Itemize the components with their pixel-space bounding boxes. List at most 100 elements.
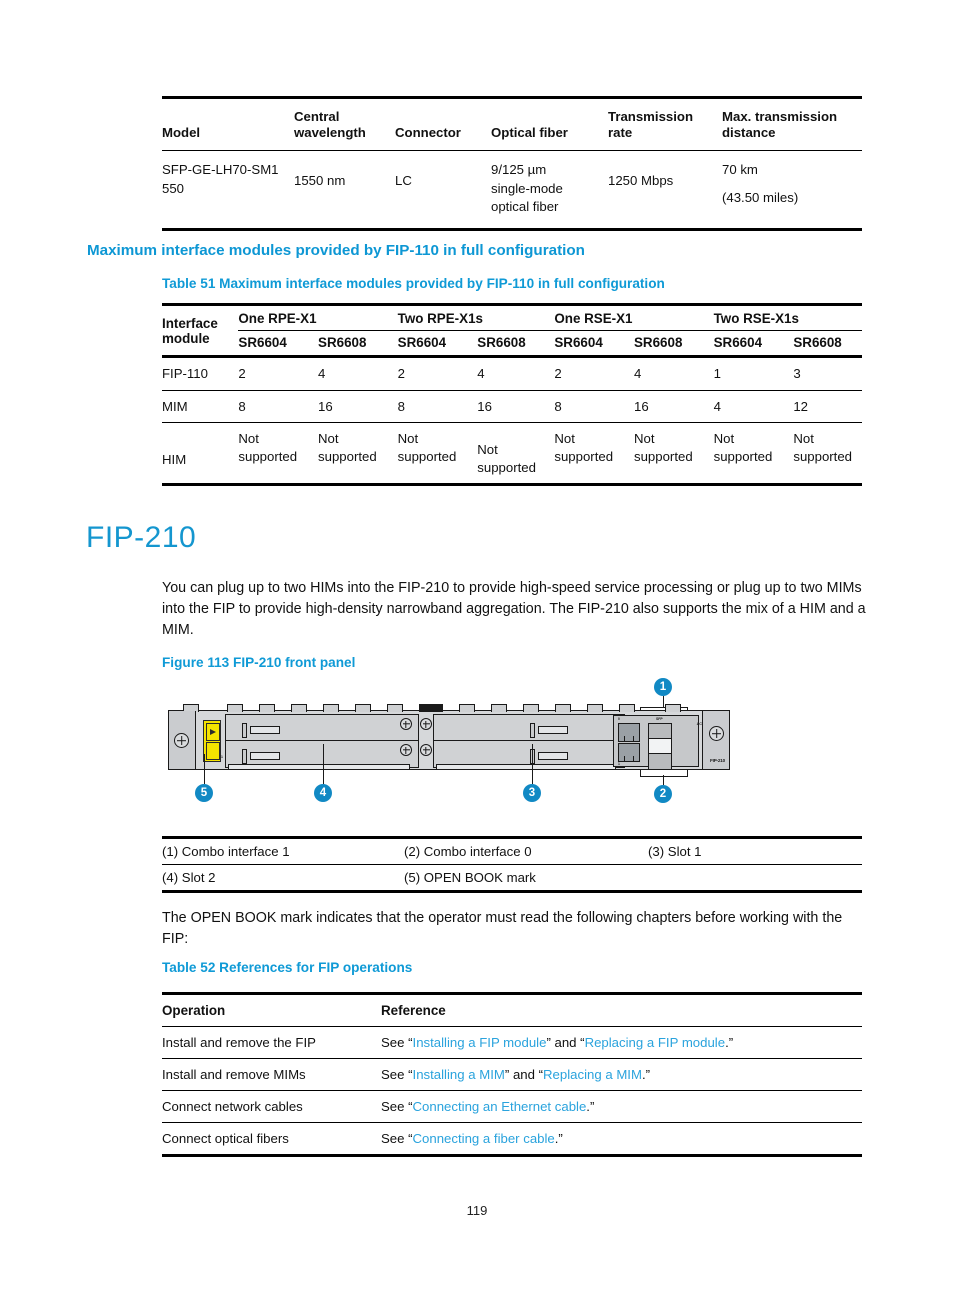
ref-prefix: See “ xyxy=(381,1099,413,1114)
cell-connector: LC xyxy=(395,173,412,188)
callout-1: 1 xyxy=(654,678,672,696)
cell-value: 3 xyxy=(793,366,801,381)
cell-model: SFP-GE-LH70-SM1 550 xyxy=(162,162,279,196)
cell-value: 8 xyxy=(238,398,246,414)
legend-item-1: (1) Combo interface 1 xyxy=(162,844,290,859)
cell-value: Not supported xyxy=(793,431,852,464)
ref-prefix: See “ xyxy=(381,1035,413,1050)
cell-value: Not supported xyxy=(238,431,298,464)
table-52-caption: Table 52 References for FIP operations xyxy=(162,960,413,975)
cell-value: 2 xyxy=(397,366,405,381)
sfp-slot-0 xyxy=(648,753,672,770)
link-installing-a-mim[interactable]: Installing a MIM xyxy=(413,1067,505,1082)
table-row: Operation Reference xyxy=(162,993,862,1027)
column-header-sr6608-1: SR6608 xyxy=(318,335,367,350)
left-mounting-ear xyxy=(169,711,196,769)
table-row: FIP-110 2 4 2 4 2 4 1 3 xyxy=(162,357,862,390)
page-number: 119 xyxy=(466,1203,488,1218)
table-row: SFP-GE-LH70-SM1 550 1550 nm LC 9/125 µm si… xyxy=(162,151,862,229)
fip-210-front-panel-figure: 1 1 0 SFP 1 ACT FIP-210 2 3 4 5 xyxy=(162,678,862,818)
cell-reference: See “Installing a MIM” and “Replacing a … xyxy=(381,1059,862,1091)
legend-item-4: (4) Slot 2 xyxy=(162,870,216,885)
cell-value: Not supported xyxy=(397,431,457,464)
cell-max-distance: 70 km (43.50 miles) xyxy=(722,162,799,205)
cell-operation: Install and remove the FIP xyxy=(162,1035,316,1050)
group-header-two-rpe-x1s: Two RPE-X1s xyxy=(397,304,555,331)
column-header-sr6608-4: SR6608 xyxy=(793,335,842,350)
cell-value: 4 xyxy=(318,366,326,381)
column-header-max-distance: Max. transmission distance xyxy=(722,109,838,140)
cell-reference: See “Installing a FIP module” and “Repla… xyxy=(381,1027,862,1059)
column-header-interface-module: Interface module xyxy=(162,316,218,346)
callout-2: 2 xyxy=(654,785,672,803)
ref-prefix: See “ xyxy=(381,1131,413,1146)
table-row: Interface module One RPE-X1 Two RPE-X1s O… xyxy=(162,304,862,346)
column-header-optical-fiber: Optical fiber xyxy=(491,125,568,140)
fip-operations-references-table: Operation Reference Install and remove t… xyxy=(162,992,862,1157)
figure-caption: Figure 113 FIP-210 front panel xyxy=(162,655,356,670)
rj45-port-1 xyxy=(618,723,640,742)
ref-suffix: .” xyxy=(641,1067,651,1082)
link-replacing-a-fip-module[interactable]: Replacing a FIP module xyxy=(585,1035,726,1050)
table-row: Install and remove the FIP See “Installi… xyxy=(162,1027,862,1059)
column-header-model: Model xyxy=(162,125,201,140)
callout-3: 3 xyxy=(523,784,541,802)
openbook-paragraph: The OPEN BOOK mark indicates that the op… xyxy=(162,910,843,947)
table-row: SR6604 SR6608 SR6604 SR6608 SR6604 SR660… xyxy=(162,331,862,357)
table-row: (4) Slot 2 (5) OPEN BOOK mark xyxy=(162,865,862,892)
cell-transmission-rate: 1250 Mbps xyxy=(608,173,674,188)
cell-value: 16 xyxy=(318,398,333,414)
table-51-caption: Table 51 Maximum interface modules provi… xyxy=(162,276,665,291)
table-row: (1) Combo interface 1 (2) Combo interfac… xyxy=(162,837,862,865)
callout-5: 5 xyxy=(195,784,213,802)
column-header-connector: Connector xyxy=(395,125,461,140)
row-label-fip-110: FIP-110 xyxy=(162,366,208,381)
cell-operation: Install and remove MIMs xyxy=(162,1067,306,1082)
right-mounting-ear: FIP-210 xyxy=(702,711,729,769)
column-header-sr6604-3: SR6604 xyxy=(554,335,603,350)
group-header-two-rse-x1s: Two RSE-X1s xyxy=(713,304,862,331)
cell-value: Not supported xyxy=(477,442,536,475)
column-header-sr6604-4: SR6604 xyxy=(713,335,763,350)
column-header-central-wavelength: Central wavelength xyxy=(294,109,366,140)
column-header-sr6608-3: SR6608 xyxy=(634,335,683,350)
table-row: Connect network cables See “Connecting a… xyxy=(162,1091,862,1123)
rj45-port-0 xyxy=(618,743,640,762)
max-interface-modules-table: Interface module One RPE-X1 Two RPE-X1s O… xyxy=(162,303,862,486)
port-number-label: 1 xyxy=(221,755,223,759)
ref-suffix: .” xyxy=(725,1035,734,1050)
table-row: HIM Not supported Not supported Not supp… xyxy=(162,423,862,485)
column-header-transmission-rate: Transmission rate xyxy=(608,109,694,140)
column-header-operation: Operation xyxy=(162,1003,226,1018)
link-connecting-a-fiber-cable[interactable]: Connecting a fiber cable xyxy=(413,1131,555,1146)
column-header-sr6608-2: SR6608 xyxy=(477,335,526,350)
column-header-sr6604-1: SR6604 xyxy=(238,335,287,350)
cell-value: 4 xyxy=(477,366,485,381)
page-title: FIP-210 xyxy=(86,521,197,554)
link-replacing-a-mim[interactable]: Replacing a MIM xyxy=(543,1067,642,1082)
ref-suffix: .” xyxy=(554,1131,563,1146)
cell-value: 2 xyxy=(238,366,246,381)
slot-filler-lower-left xyxy=(225,740,432,770)
slot-filler-upper-left xyxy=(225,714,432,742)
cell-reference: See “Connecting an Ethernet cable.” xyxy=(381,1091,862,1123)
cell-value: Not supported xyxy=(554,431,614,464)
group-header-one-rpe-x1: One RPE-X1 xyxy=(238,304,398,331)
legend-item-3: (3) Slot 1 xyxy=(648,844,702,859)
callout-leader xyxy=(532,744,534,784)
link-connecting-an-ethernet-cable[interactable]: Connecting an Ethernet cable xyxy=(413,1099,587,1114)
ref-suffix: .” xyxy=(586,1099,595,1114)
captive-screw-icon xyxy=(709,726,724,741)
cell-value: 2 xyxy=(554,366,562,381)
cell-value: 16 xyxy=(634,398,649,414)
link-installing-a-fip-module[interactable]: Installing a FIP module xyxy=(413,1035,547,1050)
table-row: Model Central wavelength Connector Optica… xyxy=(162,97,862,151)
column-header-sr6604-2: SR6604 xyxy=(397,335,447,350)
column-header-reference: Reference xyxy=(381,1003,446,1018)
legend-item-5: (5) OPEN BOOK mark xyxy=(404,870,536,885)
legend-item-6 xyxy=(648,865,862,892)
ref-mid: ” and “ xyxy=(546,1035,585,1050)
table-row: Install and remove MIMs See “Installing … xyxy=(162,1059,862,1091)
cell-operation: Connect network cables xyxy=(162,1099,303,1114)
callout-leader xyxy=(663,775,665,785)
